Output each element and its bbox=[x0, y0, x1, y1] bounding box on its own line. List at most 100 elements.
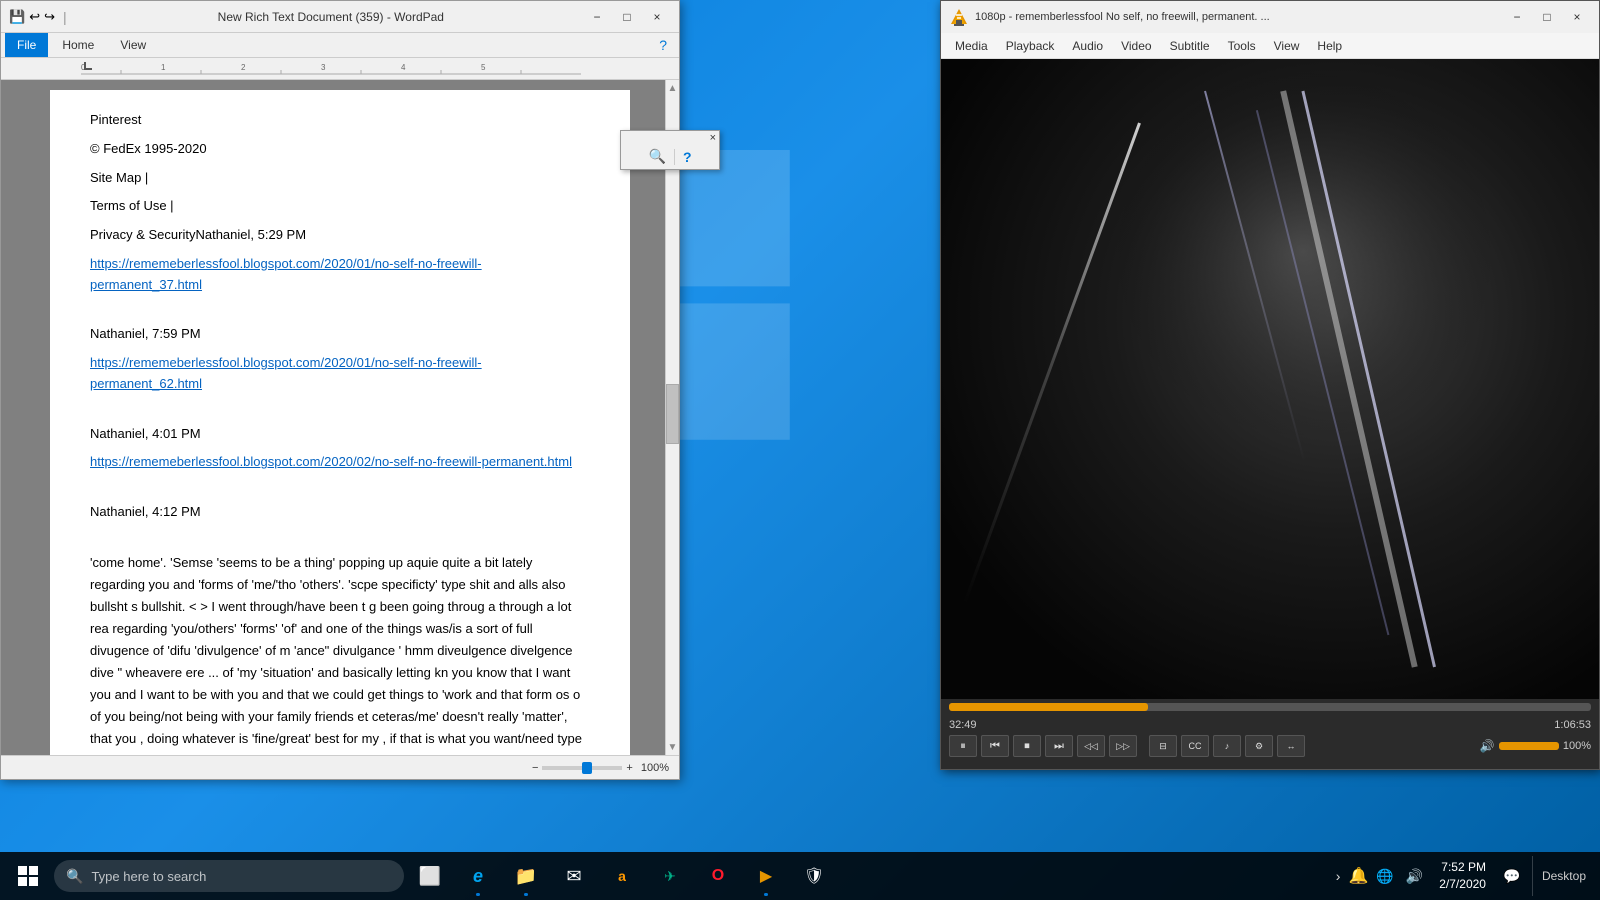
vlc-mute-btn[interactable]: 🔊 bbox=[1480, 739, 1495, 753]
doc-link1[interactable]: https://rememeberlessfool.blogspot.com/2… bbox=[90, 254, 590, 296]
explorer-icon: 📁 bbox=[515, 866, 537, 887]
taskbar-tripadvisor-btn[interactable]: ✈ bbox=[648, 854, 692, 898]
vlc-volume-bar[interactable] bbox=[1499, 742, 1559, 750]
vlc-volume-label: 100% bbox=[1563, 740, 1591, 752]
vlc-toggle-btn1[interactable]: ⊟ bbox=[1149, 735, 1177, 757]
vlc-title: 1080p - rememberlessfool No self, no fre… bbox=[975, 11, 1503, 23]
notification-icon: 💬 bbox=[1503, 868, 1520, 885]
doc-main-paragraph: 'come home'. 'Semse 'seems to be a thing… bbox=[90, 552, 590, 755]
wordpad-close-btn[interactable]: × bbox=[643, 7, 671, 27]
wordpad-minimize-btn[interactable]: − bbox=[583, 7, 611, 27]
taskbar-search-text: Type here to search bbox=[91, 869, 206, 884]
vlc-settings-btn[interactable]: ⚙ bbox=[1245, 735, 1273, 757]
doc-line-privacy: Privacy & SecurityNathaniel, 5:29 PM bbox=[90, 225, 590, 246]
vlc-menubar: Media Playback Audio Video Subtitle Tool… bbox=[941, 33, 1599, 59]
tray-notification-icon[interactable]: 🔔 bbox=[1348, 866, 1368, 886]
zoom-thumb[interactable] bbox=[582, 762, 592, 774]
zoom-out-btn[interactable]: − bbox=[532, 762, 538, 774]
taskbar-mail-btn[interactable]: ✉ bbox=[552, 854, 596, 898]
scroll-down-btn[interactable]: ▼ bbox=[666, 739, 679, 755]
wordpad-doc-area[interactable]: Pinterest © FedEx 1995-2020 Site Map | T… bbox=[1, 80, 679, 755]
taskbar-vlc-btn[interactable]: ▶ bbox=[744, 854, 788, 898]
show-desktop-btn[interactable]: Desktop bbox=[1532, 856, 1538, 896]
svg-text:2: 2 bbox=[241, 63, 246, 72]
svg-text:1: 1 bbox=[161, 63, 166, 72]
vlc-video-area[interactable] bbox=[941, 59, 1599, 699]
search-icon: 🔍 bbox=[66, 868, 83, 885]
vlc-next-btn[interactable]: ⏭ bbox=[1045, 735, 1073, 757]
taskbar-clock[interactable]: 7:52 PM 2/7/2020 bbox=[1431, 859, 1494, 893]
vlc-volume-area: 🔊 100% bbox=[1480, 739, 1591, 753]
small-popup-help-icon[interactable]: ? bbox=[683, 149, 692, 165]
opera-icon: O bbox=[712, 867, 724, 885]
notification-center-btn[interactable]: 💬 bbox=[1498, 862, 1526, 890]
wordpad-ribbon: File Home View ? bbox=[1, 33, 679, 58]
vlc-close-btn[interactable]: × bbox=[1563, 7, 1591, 27]
vlc-stop-btn[interactable]: ⏹ bbox=[1013, 735, 1041, 757]
vlc-extra-btn[interactable]: ↔ bbox=[1277, 735, 1305, 757]
desktop-label: Desktop bbox=[1542, 869, 1586, 883]
vlc-buttons-row: ⏸ ⏮ ⏹ ⏭ ◁◁ ▷▷ ⊟ CC ♪ ⚙ ↔ 🔊 100% bbox=[949, 735, 1591, 757]
wordpad-maximize-btn[interactable]: □ bbox=[613, 7, 641, 27]
tray-chevron-btn[interactable]: › bbox=[1332, 864, 1345, 888]
network-icon[interactable]: 🌐 bbox=[1372, 864, 1397, 889]
vlc-menu-playback[interactable]: Playback bbox=[998, 36, 1063, 56]
zoom-in-btn[interactable]: + bbox=[626, 762, 632, 774]
vlc-minimize-btn[interactable]: − bbox=[1503, 7, 1531, 27]
vlc-menu-audio[interactable]: Audio bbox=[1064, 36, 1111, 56]
taskbar-amazon-btn[interactable]: a bbox=[600, 854, 644, 898]
vlc-frame-fwd-btn[interactable]: ▷▷ bbox=[1109, 735, 1137, 757]
wordpad-help-btn[interactable]: ? bbox=[651, 33, 675, 57]
ribbon-tab-view[interactable]: View bbox=[108, 33, 158, 57]
task-view-btn[interactable]: ⬜ bbox=[408, 854, 452, 898]
taskbar-opera-btn[interactable]: O bbox=[696, 854, 740, 898]
doc-link3[interactable]: https://rememeberlessfool.blogspot.com/2… bbox=[90, 452, 590, 473]
taskbar-search[interactable]: 🔍 Type here to search bbox=[54, 860, 404, 892]
mail-icon: ✉ bbox=[566, 866, 581, 887]
vlc-audio-btn[interactable]: ♪ bbox=[1213, 735, 1241, 757]
vlc-play-pause-btn[interactable]: ⏸ bbox=[949, 735, 977, 757]
wordpad-undo-icon[interactable]: ↩ bbox=[29, 9, 40, 25]
vlc-progress-bar[interactable] bbox=[949, 703, 1591, 711]
wordpad-titlebar: 💾 ↩ ↪ | New Rich Text Document (359) - W… bbox=[1, 1, 679, 33]
vlc-volume-fill bbox=[1499, 742, 1559, 750]
wordpad-title: New Rich Text Document (359) - WordPad bbox=[79, 10, 583, 24]
wordpad-ruler: 0 1 2 3 4 5 bbox=[1, 58, 679, 80]
vlc-window-controls: − □ × bbox=[1503, 7, 1591, 27]
taskbar-explorer-btn[interactable]: 📁 bbox=[504, 854, 548, 898]
scroll-up-btn[interactable]: ▲ bbox=[666, 80, 679, 96]
sound-icon[interactable]: 🔊 bbox=[1402, 864, 1427, 889]
vlc-menu-tools[interactable]: Tools bbox=[1220, 36, 1264, 56]
wordpad-scroll-area[interactable]: Pinterest © FedEx 1995-2020 Site Map | T… bbox=[1, 80, 679, 755]
vlc-maximize-btn[interactable]: □ bbox=[1533, 7, 1561, 27]
taskbar-security-btn[interactable]: 🛡 bbox=[792, 854, 836, 898]
doc-line-sitemap: Site Map | bbox=[90, 168, 590, 189]
doc-link2[interactable]: https://rememeberlessfool.blogspot.com/2… bbox=[90, 353, 590, 395]
kaspersky-icon: 🔔 bbox=[1348, 868, 1368, 885]
taskbar-edge-btn[interactable]: e bbox=[456, 854, 500, 898]
vlc-current-time: 32:49 bbox=[949, 719, 977, 731]
ribbon-tab-home[interactable]: Home bbox=[50, 33, 106, 57]
small-popup-search-icon[interactable]: 🔍 bbox=[649, 148, 666, 165]
vlc-menu-view[interactable]: View bbox=[1266, 36, 1308, 56]
vlc-menu-help[interactable]: Help bbox=[1309, 36, 1350, 56]
zoom-slider[interactable] bbox=[542, 766, 622, 770]
vlc-prev-btn[interactable]: ⏮ bbox=[981, 735, 1009, 757]
vlc-frame-back-btn[interactable]: ◁◁ bbox=[1077, 735, 1105, 757]
wordpad-scrollbar-v[interactable]: ▲ ▼ bbox=[665, 80, 679, 755]
vlc-menu-subtitle[interactable]: Subtitle bbox=[1162, 36, 1218, 56]
ribbon-tab-file[interactable]: File bbox=[5, 33, 48, 57]
scroll-thumb[interactable] bbox=[666, 384, 679, 444]
small-popup-close[interactable]: × bbox=[710, 132, 716, 144]
wordpad-save-icon[interactable]: 💾 bbox=[9, 9, 25, 25]
amazon-icon: a bbox=[618, 868, 626, 884]
vlc-subtitle-btn[interactable]: CC bbox=[1181, 735, 1209, 757]
vlc-menu-media[interactable]: Media bbox=[947, 36, 996, 56]
doc-line-pinterest: Pinterest bbox=[90, 110, 590, 131]
taskbar-time: 7:52 PM bbox=[1441, 859, 1486, 876]
taskbar-tray: › 🔔 🌐 🔊 7:52 PM 2/7/2020 💬 Desktop bbox=[1332, 856, 1594, 896]
doc-name1: Nathaniel, 7:59 PM bbox=[90, 324, 590, 345]
start-button[interactable] bbox=[6, 854, 50, 898]
vlc-menu-video[interactable]: Video bbox=[1113, 36, 1159, 56]
wordpad-redo-icon[interactable]: ↪ bbox=[44, 9, 55, 25]
